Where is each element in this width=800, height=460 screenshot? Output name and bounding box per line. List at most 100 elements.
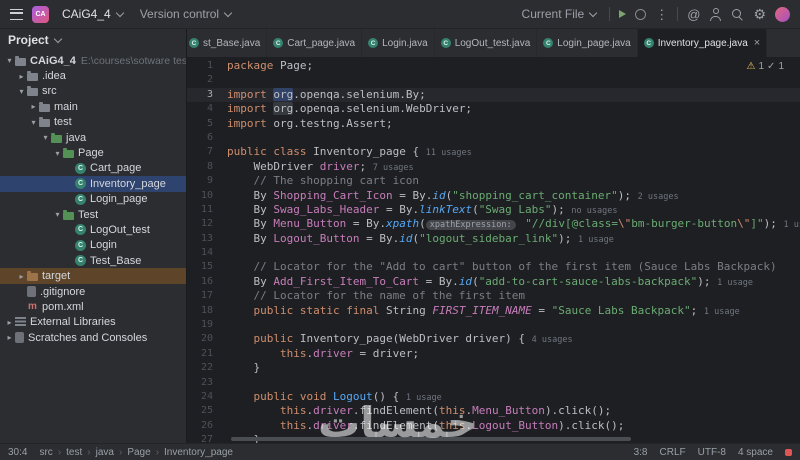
chevron-down-icon[interactable]: ▾ <box>52 210 63 219</box>
at-mention-icon[interactable]: @ <box>687 8 700 21</box>
code-line-24[interactable]: 24 public void Logout() { 1 usage <box>187 390 800 404</box>
tree-item-Page[interactable]: ▾Page <box>0 145 186 160</box>
tree-item-pom.xml[interactable]: mpom.xml <box>0 299 186 314</box>
code-text: // Locator for the "Add to cart" button … <box>227 260 777 274</box>
breadcrumb-src[interactable]: src <box>39 447 52 458</box>
chevron-down-icon[interactable]: ▾ <box>28 118 39 127</box>
code-line-25[interactable]: 25 this.driver.findElement(this.Menu_But… <box>187 404 800 418</box>
run-button[interactable] <box>619 10 626 18</box>
tree-item-Cart_page[interactable]: CCart_page <box>0 161 186 176</box>
tab-LogOut_test.java[interactable]: CLogOut_test.java <box>435 29 538 57</box>
code-with-me-icon[interactable] <box>709 8 722 21</box>
code-line-17[interactable]: 17 // Locator for the name of the first … <box>187 289 800 303</box>
debug-icon[interactable] <box>635 9 646 20</box>
line-separator-widget[interactable]: CRLF <box>660 447 686 458</box>
code-line-21[interactable]: 21 this.driver = driver; <box>187 347 800 361</box>
tree-item-src[interactable]: ▾src <box>0 84 186 99</box>
chevron-right-icon[interactable]: ▸ <box>4 333 15 342</box>
user-avatar[interactable] <box>775 7 790 22</box>
more-icon[interactable]: ⋮ <box>655 8 668 21</box>
chevron-down-icon <box>224 9 232 17</box>
code-line-26[interactable]: 26 this.driver.findElement(this.Logout_B… <box>187 419 800 433</box>
code-line-12[interactable]: 12 By Menu_Button = By.xpath(xpathExpres… <box>187 217 800 231</box>
vcs-selector[interactable]: Version control <box>136 5 235 23</box>
tree-item-Test_Base[interactable]: CTest_Base <box>0 253 186 268</box>
settings-gear-icon[interactable]: ⚙ <box>753 7 766 21</box>
tree-item-Inventory_page[interactable]: CInventory_page <box>0 176 186 191</box>
close-icon[interactable]: × <box>754 37 760 49</box>
chevron-right-icon[interactable]: ▸ <box>16 272 27 281</box>
tree-item-.idea[interactable]: ▸.idea <box>0 68 186 83</box>
tab-st_Base.java[interactable]: Cst_Base.java <box>187 29 267 57</box>
tree-item-test[interactable]: ▾test <box>0 115 186 130</box>
tree-item-External Libraries[interactable]: ▸External Libraries <box>0 315 186 330</box>
chevron-down-icon[interactable]: ▾ <box>4 56 15 65</box>
project-panel-header[interactable]: Project <box>0 29 186 51</box>
code-line-4[interactable]: 4import org.openqa.selenium.WebDriver; <box>187 102 800 116</box>
line-number: 5 <box>187 117 219 131</box>
code-line-10[interactable]: 10 By Shopping_Cart_Icon = By.id("shoppi… <box>187 189 800 203</box>
breadcrumb-test[interactable]: test <box>66 447 82 458</box>
run-config-selector[interactable]: Current File <box>518 5 601 23</box>
encoding-widget[interactable]: UTF-8 <box>698 447 726 458</box>
project-tree: ▾CAiG4_4E:\courses\sotware testing Dipl▸… <box>0 51 186 443</box>
code-token: "//div[@class= <box>525 217 618 230</box>
line-number: 13 <box>187 232 219 246</box>
breadcrumb-Inventory_page[interactable]: Inventory_page <box>164 447 233 458</box>
code-line-11[interactable]: 11 By Swag_Labs_Header = By.linkText("Sw… <box>187 203 800 217</box>
project-selector[interactable]: CAiG4_4 <box>58 5 127 23</box>
indent-widget[interactable]: 4 space <box>738 447 773 458</box>
code-line-19[interactable]: 19 <box>187 318 800 332</box>
code-line-18[interactable]: 18 public static final String FIRST_ITEM… <box>187 304 800 318</box>
tree-item-LogOut_test[interactable]: CLogOut_test <box>0 222 186 237</box>
breadcrumb: src›test›java›Page›Inventory_page <box>39 447 233 458</box>
code-line-3[interactable]: 3import org.openqa.selenium.By; <box>187 88 800 102</box>
code-line-6[interactable]: 6 <box>187 131 800 145</box>
chevron-down-icon[interactable]: ▾ <box>40 133 51 142</box>
inspections-widget[interactable]: ⚠ 1 ✓ 1 <box>747 61 784 72</box>
chevron-down-icon[interactable]: ▾ <box>16 87 27 96</box>
code-line-16[interactable]: 16 By Add_First_Item_To_Cart = By.id("ad… <box>187 275 800 289</box>
chevron-right-icon[interactable]: ▸ <box>16 72 27 81</box>
tab-Cart_page.java[interactable]: CCart_page.java <box>267 29 362 57</box>
code-line-8[interactable]: 8 WebDriver driver; 7 usages <box>187 160 800 174</box>
tree-item-Login[interactable]: CLogin <box>0 238 186 253</box>
code-line-20[interactable]: 20 public Inventory_page(WebDriver drive… <box>187 332 800 346</box>
code-line-14[interactable]: 14 <box>187 246 800 260</box>
tree-item-main[interactable]: ▸main <box>0 99 186 114</box>
tab-Login.java[interactable]: CLogin.java <box>362 29 435 57</box>
chevron-right-icon[interactable]: ▸ <box>4 318 15 327</box>
breadcrumb-Page[interactable]: Page <box>127 447 150 458</box>
code-line-9[interactable]: 9 // The shopping cart icon <box>187 174 800 188</box>
tree-item-Test[interactable]: ▾Test <box>0 207 186 222</box>
main-menu-icon[interactable] <box>10 9 23 20</box>
code-line-13[interactable]: 13 By Logout_Button = By.id("logout_side… <box>187 232 800 246</box>
code-line-2[interactable]: 2 <box>187 73 800 87</box>
breadcrumb-java[interactable]: java <box>96 447 114 458</box>
line-number: 25 <box>187 404 219 418</box>
code-line-5[interactable]: 5import org.testng.Assert; <box>187 117 800 131</box>
tree-item-target[interactable]: ▸target <box>0 268 186 283</box>
code-line-15[interactable]: 15 // Locator for the "Add to cart" butt… <box>187 260 800 274</box>
editor[interactable]: 1package Page;23import org.openqa.seleni… <box>187 57 800 443</box>
code-line-22[interactable]: 22 } <box>187 361 800 375</box>
chevron-down-icon[interactable]: ▾ <box>52 149 63 158</box>
caret-position[interactable]: 3:8 <box>634 447 648 458</box>
code-line-7[interactable]: 7public class Inventory_page { 11 usages <box>187 145 800 159</box>
chevron-right-icon[interactable]: ▸ <box>28 102 39 111</box>
tree-item-.gitignore[interactable]: .gitignore <box>0 284 186 299</box>
tab-Inventory_page.java[interactable]: CInventory_page.java× <box>638 29 768 57</box>
tab-Login_page.java[interactable]: CLogin_page.java <box>537 29 637 57</box>
code-token: driver <box>313 419 353 432</box>
notification-dot[interactable] <box>785 449 792 456</box>
code-line-23[interactable]: 23 <box>187 376 800 390</box>
tree-item-java[interactable]: ▾java <box>0 130 186 145</box>
search-icon[interactable] <box>731 8 744 21</box>
tree-item-CAiG4_4[interactable]: ▾CAiG4_4E:\courses\sotware testing Dipl <box>0 53 186 68</box>
tree-item-Scratches and Consoles[interactable]: ▸Scratches and Consoles <box>0 330 186 345</box>
tree-item-Login_page[interactable]: CLogin_page <box>0 192 186 207</box>
line-number: 4 <box>187 102 219 116</box>
horizontal-scrollbar[interactable] <box>231 437 631 441</box>
code-token <box>293 304 300 317</box>
code-line-1[interactable]: 1package Page; <box>187 59 800 73</box>
